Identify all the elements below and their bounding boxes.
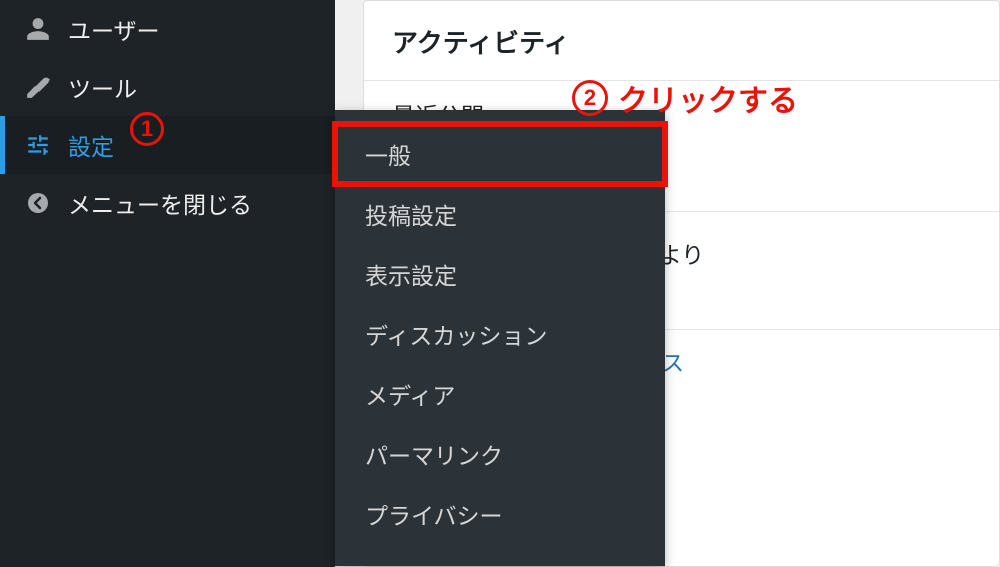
submenu-item-general[interactable]: 一般	[335, 124, 665, 184]
annotation-text-2: クリックする	[618, 76, 798, 120]
user-icon	[24, 15, 52, 43]
sliders-icon	[24, 131, 52, 159]
submenu-item-privacy[interactable]: プライバシー	[335, 484, 665, 544]
annotation-marker-1: 1	[130, 112, 164, 146]
submenu-item-permalink[interactable]: パーマリンク	[335, 424, 665, 484]
sidebar-item-label: 設定	[68, 128, 315, 162]
sidebar-item-label: ユーザー	[68, 12, 315, 46]
admin-sidebar: ユーザー ツール 設定 メニューを閉じる	[0, 0, 335, 567]
submenu-item-media[interactable]: メディア	[335, 364, 665, 424]
sidebar-item-label: メニューを閉じる	[68, 186, 315, 220]
card-title: アクティビティ	[364, 1, 999, 81]
wrench-icon	[24, 73, 52, 101]
submenu-item-discussion[interactable]: ディスカッション	[335, 304, 665, 364]
submenu-item-writing[interactable]: 投稿設定	[335, 184, 665, 244]
annotation-number-2: 2	[572, 80, 608, 116]
sidebar-item-label: ツール	[68, 70, 315, 104]
collapse-icon	[24, 189, 52, 217]
annotation-marker-2: 2 クリックする	[572, 76, 798, 120]
sidebar-item-users[interactable]: ユーザー	[0, 0, 335, 58]
spam-link-partial[interactable]: ス	[662, 351, 684, 376]
sidebar-item-collapse[interactable]: メニューを閉じる	[0, 174, 335, 232]
sidebar-item-tools[interactable]: ツール	[0, 58, 335, 116]
settings-submenu: 一般 投稿設定 表示設定 ディスカッション メディア パーマリンク プライバシー	[335, 110, 665, 566]
submenu-item-reading[interactable]: 表示設定	[335, 244, 665, 304]
sidebar-item-settings[interactable]: 設定	[0, 116, 335, 174]
